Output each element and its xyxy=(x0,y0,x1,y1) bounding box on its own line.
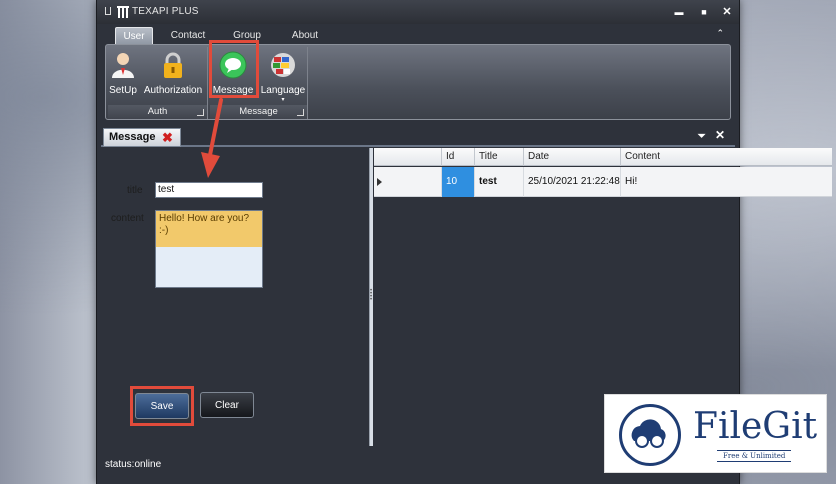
watermark-tagline: Free & Unlimited xyxy=(717,450,792,462)
window-title: TEXAPI PLUS xyxy=(132,6,199,17)
filegit-logo-icon xyxy=(619,404,681,466)
setup-button[interactable]: SetUp xyxy=(108,47,138,99)
ribbon-panel: SetUp Authorization Auth Message Languag… xyxy=(105,44,731,120)
column-header-content[interactable]: Content xyxy=(621,148,832,166)
pin-dropdown-icon[interactable]: ⏷ xyxy=(698,131,706,142)
column-header-id[interactable]: Id xyxy=(442,148,475,166)
lock-icon xyxy=(164,52,182,78)
watermark-name: FileGit xyxy=(693,406,818,447)
close-button[interactable]: ✕ xyxy=(719,4,735,20)
pane-splitter[interactable]: • • • • xyxy=(369,148,373,446)
content-text: Hello! How are you? :-) xyxy=(156,211,262,247)
cell-id[interactable]: 10 xyxy=(442,167,475,197)
authorization-button[interactable]: Authorization xyxy=(140,47,206,99)
setup-label: SetUp xyxy=(109,85,137,96)
table-row[interactable]: 10 test 25/10/2021 21:22:48 Hi! xyxy=(374,167,832,197)
column-header-title[interactable]: Title xyxy=(475,148,524,166)
flags-globe-icon xyxy=(271,53,295,77)
message-group-launcher-icon[interactable] xyxy=(297,109,304,116)
cloud-glasses-icon xyxy=(631,419,666,448)
content-textarea[interactable]: Hello! How are you? :-) xyxy=(155,210,263,288)
authorization-label: Authorization xyxy=(143,85,203,96)
maximize-button[interactable]: ■ xyxy=(696,4,712,20)
row-selector[interactable] xyxy=(374,167,442,197)
close-tab-icon[interactable]: ✖ xyxy=(162,131,173,144)
splitter-grip-icon: • • • • xyxy=(370,288,373,303)
content-label: content xyxy=(111,213,144,224)
system-menu-icon[interactable] xyxy=(105,7,111,15)
panel-close-icon[interactable]: ✕ xyxy=(715,128,725,142)
tab-contact[interactable]: Contact xyxy=(163,27,213,45)
cell-title[interactable]: test xyxy=(475,167,524,197)
tab-user[interactable]: User xyxy=(115,27,153,45)
dropdown-arrow-icon: ▾ xyxy=(281,97,285,103)
status-text: status:online xyxy=(105,459,162,470)
cell-content[interactable]: Hi! xyxy=(621,167,832,197)
minimize-button[interactable]: ▬ xyxy=(671,4,687,20)
tab-about[interactable]: About xyxy=(283,27,327,45)
language-button[interactable]: Language ▾ xyxy=(258,47,308,103)
title-bar: TEXAPI PLUS ▬ ■ ✕ xyxy=(97,0,739,24)
current-row-icon xyxy=(377,178,382,186)
document-tab-strip: Message ✖ ⏷ ✕ xyxy=(101,125,735,147)
title-input[interactable]: test xyxy=(155,182,263,198)
filegit-watermark: FileGit Free & Unlimited xyxy=(604,394,827,473)
user-icon xyxy=(112,53,134,78)
auth-group-launcher-icon[interactable] xyxy=(197,109,204,116)
collapse-ribbon-icon[interactable]: ⌃ xyxy=(716,28,724,39)
app-logo-icon xyxy=(117,6,129,18)
row-header-corner xyxy=(374,148,442,166)
panel-controls: ⏷ ✕ xyxy=(698,128,725,142)
cell-date[interactable]: 25/10/2021 21:22:48 xyxy=(524,167,621,197)
document-tab-label: Message xyxy=(109,131,156,143)
tab-message-document[interactable]: Message ✖ xyxy=(103,128,181,147)
language-label: Language xyxy=(260,85,306,96)
ribbon-tabs: User Contact Group About ⌃ xyxy=(97,27,739,45)
ribbon-group-auth-label: Auth xyxy=(108,105,207,119)
ribbon-group-auth: SetUp Authorization Auth xyxy=(108,47,208,119)
ribbon-group-message-label: Message xyxy=(210,105,307,119)
column-header-date[interactable]: Date xyxy=(524,148,621,166)
grid-header: Id Title Date Content xyxy=(374,148,832,166)
clear-button[interactable]: Clear xyxy=(200,392,254,418)
save-highlight-box xyxy=(130,386,194,426)
message-highlight-box xyxy=(209,40,259,98)
title-label: title xyxy=(127,185,143,196)
